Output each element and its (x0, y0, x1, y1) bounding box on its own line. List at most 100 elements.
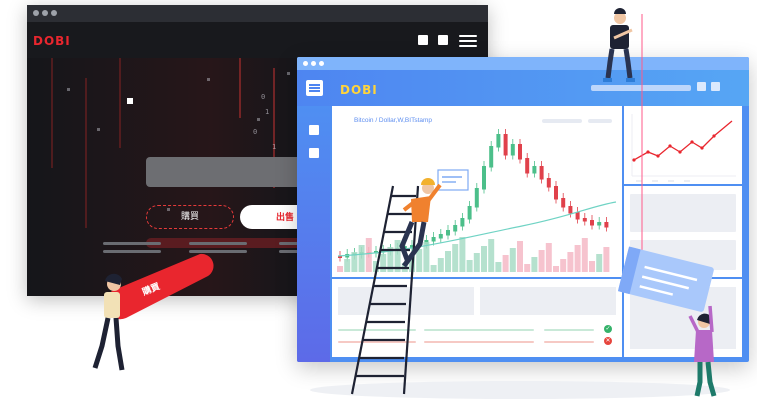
ground-shadow (310, 381, 730, 399)
volume-bar (553, 266, 559, 272)
mini-line-chart-panel (624, 106, 742, 184)
volume-bar (502, 255, 509, 272)
volume-bar (466, 260, 473, 272)
placeholder-text-line (189, 242, 247, 245)
sidebar (297, 106, 330, 362)
order-block (338, 287, 474, 315)
volume-bar (495, 262, 502, 272)
candle-body (532, 166, 537, 174)
hamburger-icon[interactable] (459, 35, 477, 47)
order-block (480, 287, 616, 315)
buy-button[interactable]: 購買 (146, 205, 234, 229)
placeholder-text-line (103, 242, 161, 245)
volume-bar (337, 266, 343, 272)
volume-bar (409, 256, 415, 272)
volume-bar (524, 264, 531, 272)
side-block (630, 287, 736, 349)
candle-body (453, 225, 458, 232)
pixel-dot (287, 72, 290, 75)
candle-body (489, 146, 494, 168)
candle-body (482, 166, 486, 190)
candle-body (568, 206, 573, 214)
placeholder-text-line (103, 250, 161, 253)
volume-bar (430, 265, 437, 272)
candle-body (467, 206, 472, 220)
dobi-logo: DOBI (33, 34, 71, 48)
volume-bar (401, 263, 408, 272)
volume-bar (452, 244, 459, 272)
blue-window-header: DOBI (297, 70, 749, 106)
sidebar-item[interactable] (309, 148, 319, 158)
candle-body (546, 178, 551, 188)
volume-bar (344, 259, 351, 272)
order-row-line (544, 329, 594, 331)
candle-body (510, 144, 515, 156)
dobi-logo: DOBI (340, 83, 378, 97)
volume-bar (365, 238, 372, 272)
candle-body (496, 134, 501, 148)
volume-bar (358, 245, 365, 272)
header-search-bar[interactable] (591, 85, 691, 91)
candle-body (597, 222, 602, 226)
window-dot-icon (42, 10, 48, 16)
candle-body (525, 158, 530, 174)
menu-icon[interactable] (306, 80, 323, 96)
pixel-dot (97, 128, 100, 131)
check-icon[interactable]: ✓ (604, 325, 612, 333)
candle-body (582, 218, 587, 222)
illustration-page: DOBI 0 1 0 1 購買 出售 DOBI Bitcoin / Dollar… (0, 0, 757, 407)
window-dot-icon (303, 61, 308, 66)
volume-bar (531, 257, 538, 272)
pixel-dot (127, 98, 133, 104)
candle-body (561, 198, 566, 208)
order-row-line (338, 329, 416, 331)
candle-body (460, 218, 465, 227)
window-dot-icon (311, 61, 316, 66)
volume-bar (574, 245, 581, 272)
header-square-icon[interactable] (418, 35, 428, 45)
candle-body (604, 222, 609, 228)
header-square-icon[interactable] (697, 82, 706, 91)
candle-body (518, 144, 522, 160)
volume-bar (545, 243, 552, 272)
info-block (630, 194, 736, 232)
rain-streak (85, 78, 87, 228)
rain-streak (239, 58, 241, 118)
matrix-digit: 1 (265, 108, 270, 116)
order-row-line (424, 329, 534, 331)
volume-bar (603, 247, 610, 272)
info-panel (624, 186, 742, 277)
candle-body (539, 166, 544, 180)
candle-body (438, 234, 443, 239)
volume-bar (589, 261, 595, 272)
matrix-digit: 1 (272, 143, 277, 151)
volume-bar (437, 258, 444, 272)
volume-bar (380, 254, 387, 272)
candle-body (474, 188, 479, 208)
side-panel (624, 279, 742, 357)
volume-bar (394, 240, 401, 272)
candlestick-chart (337, 129, 617, 272)
rain-streak (51, 58, 53, 168)
mini-line-chart (631, 114, 736, 182)
volume-bar (560, 259, 567, 272)
dark-window-header: DOBI (27, 22, 488, 58)
pixel-dot (257, 118, 260, 121)
dark-window-titlebar (27, 5, 488, 22)
order-row-line (544, 341, 594, 343)
header-square-icon[interactable] (711, 82, 720, 91)
sidebar-item[interactable] (309, 125, 319, 135)
order-row-line (338, 341, 416, 343)
blue-window-titlebar (297, 57, 749, 70)
header-square-icon[interactable] (438, 35, 448, 45)
order-row-line (424, 341, 534, 343)
volume-bar (473, 253, 480, 272)
volume-bar (509, 248, 516, 272)
candle-body (431, 237, 436, 242)
window-dot-icon (319, 61, 324, 66)
x-icon[interactable]: ✕ (604, 337, 612, 345)
volume-bar (517, 241, 523, 272)
pixel-dot (67, 88, 70, 91)
volume-bar (459, 237, 466, 272)
candle-body (446, 230, 450, 236)
